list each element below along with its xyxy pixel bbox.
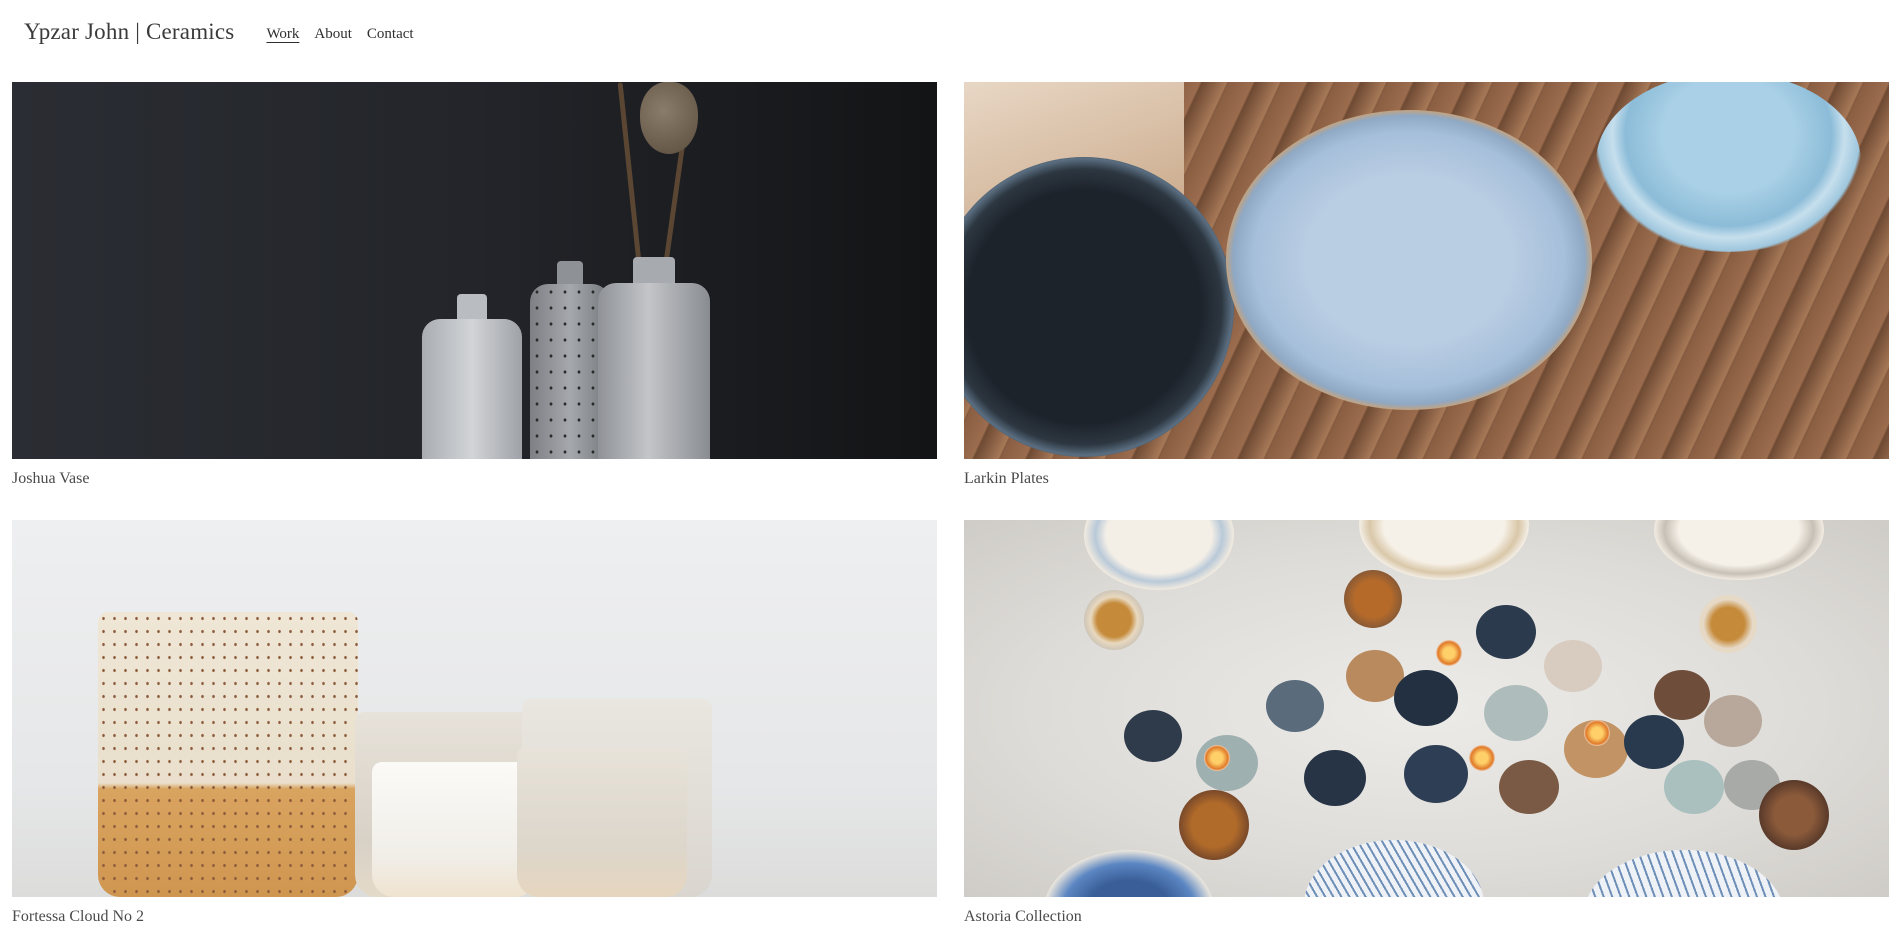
pumpkin — [1124, 710, 1182, 762]
project-title[interactable]: Astoria Collection — [964, 908, 1889, 928]
blue-bowl-stack — [1596, 82, 1861, 252]
project-title[interactable]: Fortessa Cloud No 2 — [12, 908, 937, 928]
speckled-tumbler — [98, 612, 358, 897]
project-image-astoria[interactable] — [964, 520, 1889, 897]
glass — [1344, 570, 1402, 628]
site-title-link[interactable]: Ypzar John | Ceramics — [24, 19, 234, 45]
pumpkin — [1654, 670, 1710, 720]
project-card-joshua-vase[interactable]: Joshua Vase — [12, 82, 937, 490]
candle — [1436, 640, 1462, 666]
project-card-fortessa-cloud[interactable]: Fortessa Cloud No 2 — [12, 520, 937, 928]
project-title[interactable]: Joshua Vase — [12, 470, 937, 490]
pumpkin — [1266, 680, 1324, 732]
nav-contact-link[interactable]: Contact — [367, 26, 414, 43]
project-grid: Joshua Vase Larkin Plates Fortessa Cloud… — [0, 68, 1897, 928]
pumpkin — [1624, 715, 1684, 769]
plate — [1044, 850, 1214, 897]
project-image-fortessa-cloud[interactable] — [12, 520, 937, 897]
project-card-astoria[interactable]: Astoria Collection — [964, 520, 1889, 928]
dark-plate-stack — [964, 157, 1234, 457]
pumpkin — [1404, 745, 1468, 803]
pumpkin — [1664, 760, 1724, 814]
nav-about-link[interactable]: About — [314, 26, 352, 43]
candle — [1204, 745, 1230, 771]
project-title[interactable]: Larkin Plates — [964, 470, 1889, 490]
plate — [1304, 840, 1484, 897]
plate — [1359, 520, 1529, 580]
white-cup — [372, 762, 537, 897]
glass — [1084, 590, 1144, 650]
project-image-joshua-vase[interactable] — [12, 82, 937, 459]
plate — [1584, 850, 1784, 897]
pumpkin — [1476, 605, 1536, 659]
nav-work-link[interactable]: Work — [266, 26, 299, 43]
pumpkin — [1484, 685, 1548, 741]
project-card-larkin-plates[interactable]: Larkin Plates — [964, 82, 1889, 490]
pumpkin — [1704, 695, 1762, 747]
plate — [1654, 520, 1824, 580]
site-header: Ypzar John | Ceramics Work About Contact — [0, 0, 1897, 68]
project-image-larkin-plates[interactable] — [964, 82, 1889, 459]
candle — [1584, 720, 1610, 746]
glass — [1179, 790, 1249, 860]
candle — [1469, 745, 1495, 771]
glass — [1699, 595, 1757, 653]
glass — [1759, 780, 1829, 850]
pumpkin — [1394, 670, 1458, 726]
pumpkin — [1499, 760, 1559, 814]
plate — [1084, 520, 1234, 590]
pumpkin — [1544, 640, 1602, 692]
cup-front-right — [517, 747, 687, 897]
vase-left — [422, 294, 522, 459]
blue-plate-stack — [1226, 110, 1592, 410]
seed-pod — [640, 82, 698, 154]
pumpkin — [1304, 750, 1366, 806]
main-nav: Work About Contact — [266, 26, 413, 43]
vase-tall — [598, 257, 710, 459]
